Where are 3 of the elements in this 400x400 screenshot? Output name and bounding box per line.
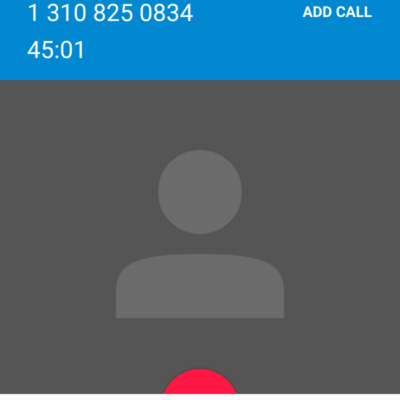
add-call-button[interactable]: ADD CALL [302, 0, 372, 24]
call-duration: 45:01 [27, 36, 87, 64]
phone-number: 1 310 825 0834 [27, 0, 194, 26]
